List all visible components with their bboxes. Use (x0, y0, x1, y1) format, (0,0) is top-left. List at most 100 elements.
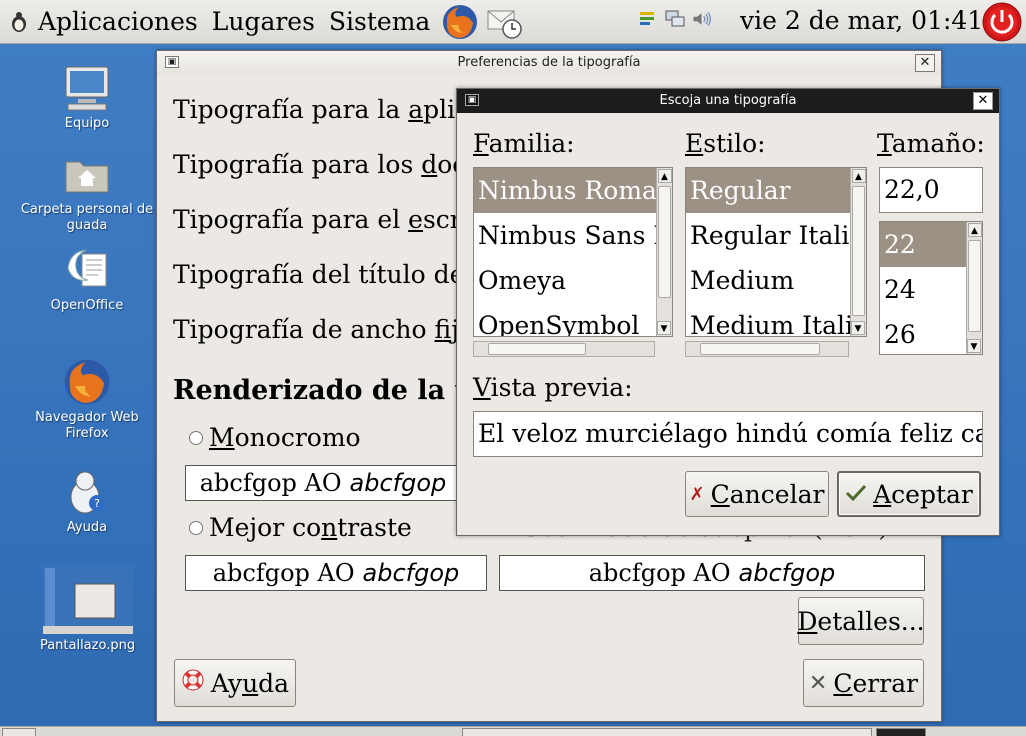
window-menu-icon[interactable]: ▣ (465, 94, 479, 106)
style-item[interactable]: Medium Italic (686, 303, 850, 336)
style-item[interactable]: Regular Italic (686, 213, 850, 258)
accept-button[interactable]: Aceptar (837, 471, 981, 517)
show-desktop-button[interactable] (2, 728, 36, 736)
best-contrast-sample: abcfgop AO abcfgop (185, 555, 487, 591)
desktop-icon-screenshot[interactable]: Pantallazo.png (40, 564, 135, 654)
network-icon[interactable] (664, 6, 686, 32)
window-title: Preferencias de la tipografía (457, 55, 641, 70)
cancel-button[interactable]: ✗ Cancelar (685, 471, 829, 517)
checkmark-icon (845, 480, 867, 509)
family-label: Familia: (473, 129, 575, 158)
close-x-icon: ✕ (808, 670, 828, 696)
svg-text:?: ? (94, 497, 100, 510)
desktop-icon-openoffice[interactable]: OpenOffice (17, 244, 157, 314)
top-panel: Aplicaciones Lugares Sistema vie 2 de ma… (0, 0, 1026, 44)
best-contrast-label: Mejor contraste (209, 513, 412, 542)
openoffice-icon (61, 244, 113, 296)
desktop-icon-label: Equipo (64, 116, 110, 131)
scroll-thumb[interactable] (968, 240, 981, 332)
style-item[interactable]: Regular (686, 168, 850, 213)
scroll-down-icon[interactable]: ▼ (967, 339, 981, 353)
preview-input[interactable]: El veloz murciélago hindú comía feliz ca… (473, 411, 983, 457)
style-horizontal-scrollbar[interactable] (685, 341, 849, 357)
update-notifier-icon[interactable] (636, 6, 658, 32)
font-chooser-dialog: ▣ Escoja una tipografía ✕ Familia: Estil… (456, 88, 1000, 536)
radio-circle[interactable] (189, 430, 203, 445)
scroll-up-icon[interactable]: ▲ (967, 223, 982, 237)
close-icon[interactable]: ✕ (915, 54, 935, 72)
menu-aplicaciones[interactable]: Aplicaciones (38, 7, 198, 36)
desktop-icon-equipo[interactable]: Equipo (17, 62, 157, 132)
workspace-switcher[interactable] (876, 728, 926, 736)
monochrome-radio[interactable]: Monocromo (189, 423, 361, 452)
desktop-icon-label: Navegador Web Firefox (35, 410, 139, 441)
help-icon: ? (61, 466, 113, 518)
firefox-icon (61, 356, 113, 408)
size-vertical-scrollbar[interactable]: ▲ ▼ (966, 222, 982, 354)
scroll-down-icon[interactable]: ▼ (657, 321, 671, 335)
dialog-title: Escoja una tipografía (659, 93, 797, 108)
system-tray (636, 6, 714, 32)
family-vertical-scrollbar[interactable]: ▲ ▼ (656, 168, 672, 336)
taskbar-button-preferences[interactable] (462, 728, 872, 736)
family-item[interactable]: Nimbus Roman (474, 168, 656, 213)
fixed-width-font-label: Tipografía de ancho fijo (173, 315, 474, 344)
menu-lugares[interactable]: Lugares (212, 7, 315, 36)
panel-clock[interactable]: vie 2 de mar, 01:41 (740, 6, 983, 35)
application-font-label: Tipografía para la aplica (173, 95, 485, 124)
size-label: Tamaño: (877, 129, 985, 158)
desktop-icon-home[interactable]: Carpeta personal de guada (17, 148, 157, 234)
scroll-thumb[interactable] (852, 186, 865, 316)
size-item[interactable]: 26 (880, 312, 966, 354)
window-titlebar[interactable]: ▣ Preferencias de la tipografía ✕ (157, 51, 941, 75)
document-font-label: Tipografía para los docu (173, 150, 482, 179)
firefox-launcher-icon[interactable] (440, 2, 480, 42)
close-icon[interactable]: ✕ (973, 92, 993, 110)
desktop-icon-label: Pantallazo.png (39, 638, 136, 653)
image-file-icon (41, 564, 135, 636)
scroll-down-icon[interactable]: ▼ (851, 321, 865, 335)
size-item[interactable]: 22 (880, 222, 966, 267)
size-input[interactable]: 22,0 (879, 167, 983, 213)
desktop-icon-label: Carpeta personal de guada (20, 202, 154, 233)
family-item[interactable]: Omeya (474, 258, 656, 303)
desktop-font-label: Tipografía para el escrit (173, 205, 480, 234)
help-button[interactable]: Ayuda (174, 659, 296, 707)
preview-label: Vista previa: (473, 373, 633, 402)
bottom-panel (0, 726, 1026, 736)
family-horizontal-scrollbar[interactable] (473, 341, 655, 357)
radio-circle[interactable] (189, 520, 203, 535)
scroll-up-icon[interactable]: ▲ (657, 169, 672, 183)
style-list[interactable]: Regular Regular Italic Medium Medium Ita… (685, 167, 867, 337)
lifebuoy-icon (181, 668, 205, 698)
family-item[interactable]: OpenSymbol (474, 303, 656, 336)
family-item[interactable]: Nimbus Sans L (474, 213, 656, 258)
scroll-thumb[interactable] (488, 343, 586, 355)
best-contrast-radio[interactable]: Mejor contraste (189, 513, 412, 542)
style-vertical-scrollbar[interactable]: ▲ ▼ (850, 168, 866, 336)
window-menu-icon[interactable]: ▣ (165, 56, 179, 68)
details-button[interactable]: Detalles... (797, 597, 925, 645)
style-label: Estilo: (685, 129, 766, 158)
dialog-titlebar[interactable]: ▣ Escoja una tipografía ✕ (457, 89, 999, 113)
cancel-x-icon: ✗ (689, 483, 705, 505)
scroll-thumb[interactable] (700, 343, 820, 355)
menu-sistema[interactable]: Sistema (329, 7, 430, 36)
mail-clock-launcher-icon[interactable] (484, 2, 524, 42)
family-list[interactable]: Nimbus Roman Nimbus Sans L Omeya OpenSym… (473, 167, 673, 337)
desktop-icon-firefox[interactable]: Navegador Web Firefox (17, 356, 157, 442)
monochrome-label: Monocromo (209, 423, 361, 452)
size-item[interactable]: 24 (880, 267, 966, 312)
power-icon[interactable] (982, 2, 1022, 42)
window-title-font-label: Tipografía del título de l (173, 260, 481, 289)
scroll-up-icon[interactable]: ▲ (851, 169, 866, 183)
desktop-icon-ayuda[interactable]: ? Ayuda (17, 466, 157, 536)
scroll-thumb[interactable] (658, 186, 671, 298)
volume-icon[interactable] (692, 6, 714, 32)
size-list[interactable]: 22 24 26 ▲ ▼ (879, 221, 983, 355)
style-item[interactable]: Medium (686, 258, 850, 303)
gnome-foot-icon[interactable] (8, 11, 30, 33)
home-folder-icon (61, 148, 113, 200)
subpixel-sample: abcfgop AO abcfgop (499, 555, 925, 591)
close-button[interactable]: ✕ Cerrar (803, 659, 924, 707)
